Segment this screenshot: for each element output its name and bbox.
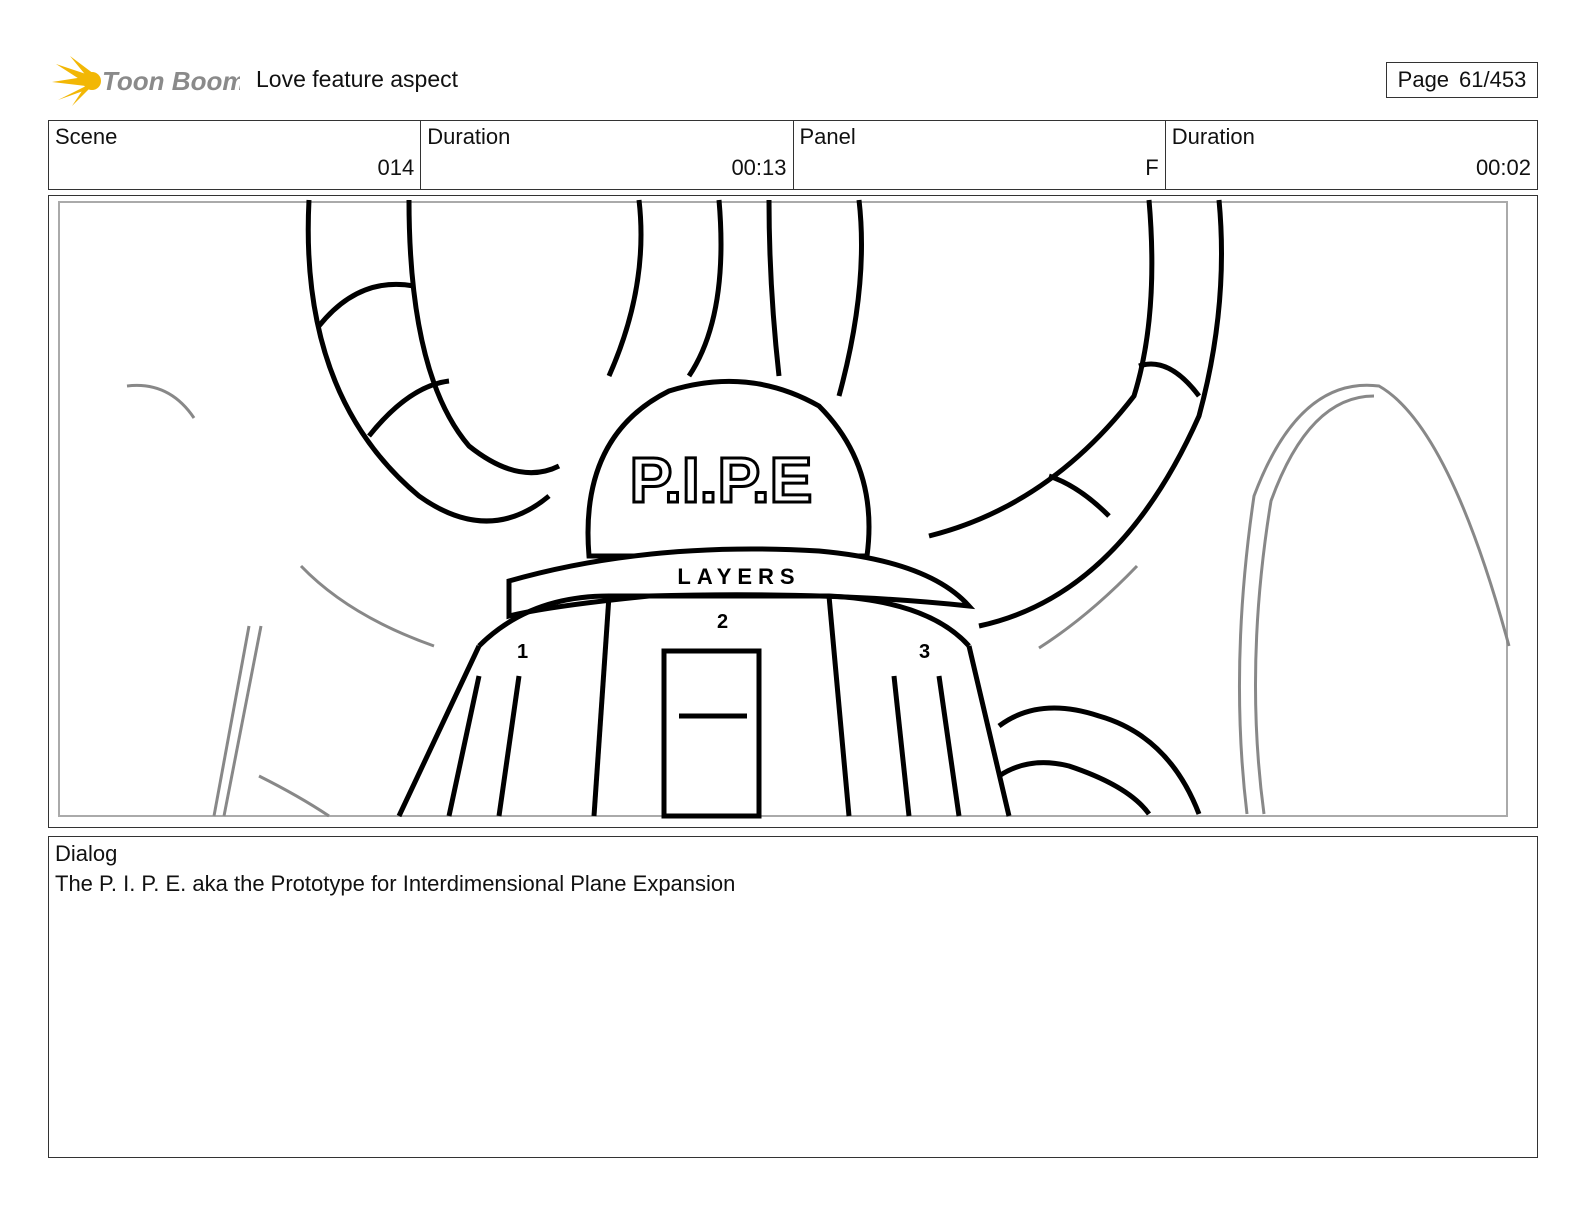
- door-number-1: 1: [517, 641, 528, 663]
- scene-info-table: Scene 014 Duration 00:13 Panel F Duratio…: [48, 120, 1538, 190]
- scene-duration-label: Duration: [427, 124, 511, 149]
- panel-label: Panel: [799, 124, 856, 149]
- panel-sketch: P.I.P.E LAYERS 1 2 3: [58, 199, 1511, 819]
- panel-cell: Panel F: [794, 121, 1166, 189]
- scene-value: 014: [377, 155, 415, 180]
- scene-label: Scene: [55, 124, 118, 149]
- pipe-sign: P.I.P.E: [630, 444, 813, 516]
- layers-sign: LAYERS: [677, 564, 800, 589]
- toon-boom-logo: Toon Boom: [52, 56, 245, 106]
- tower-building: [396, 593, 1012, 819]
- page-number: 61/453: [1459, 67, 1527, 92]
- page-label: Page: [1397, 67, 1450, 92]
- dialog-label: Dialog: [55, 841, 118, 866]
- panel-duration-value: 00:02: [1475, 155, 1531, 180]
- panel-value: F: [1145, 155, 1159, 180]
- scene-cell: Scene 014: [49, 121, 422, 189]
- project-title: Love feature aspect: [256, 66, 459, 92]
- scene-duration-value: 00:13: [731, 155, 787, 180]
- logo-burst-icon: Toon Boom: [52, 56, 245, 106]
- page-indicator: Page 61/453: [1386, 62, 1538, 98]
- scene-duration-cell: Duration 00:13: [421, 121, 794, 189]
- door-number-3: 3: [919, 641, 930, 663]
- dialog-text: The P. I. P. E. aka the Prototype for In…: [55, 871, 736, 896]
- panel-duration-cell: Duration 00:02: [1166, 121, 1537, 189]
- dialog-box: Dialog The P. I. P. E. aka the Prototype…: [48, 836, 1538, 1158]
- logo-text: Toon Boom: [102, 66, 240, 96]
- panel-duration-label: Duration: [1171, 124, 1255, 149]
- door-number-2: 2: [717, 611, 728, 633]
- storyboard-panel: P.I.P.E LAYERS 1 2 3: [48, 195, 1538, 828]
